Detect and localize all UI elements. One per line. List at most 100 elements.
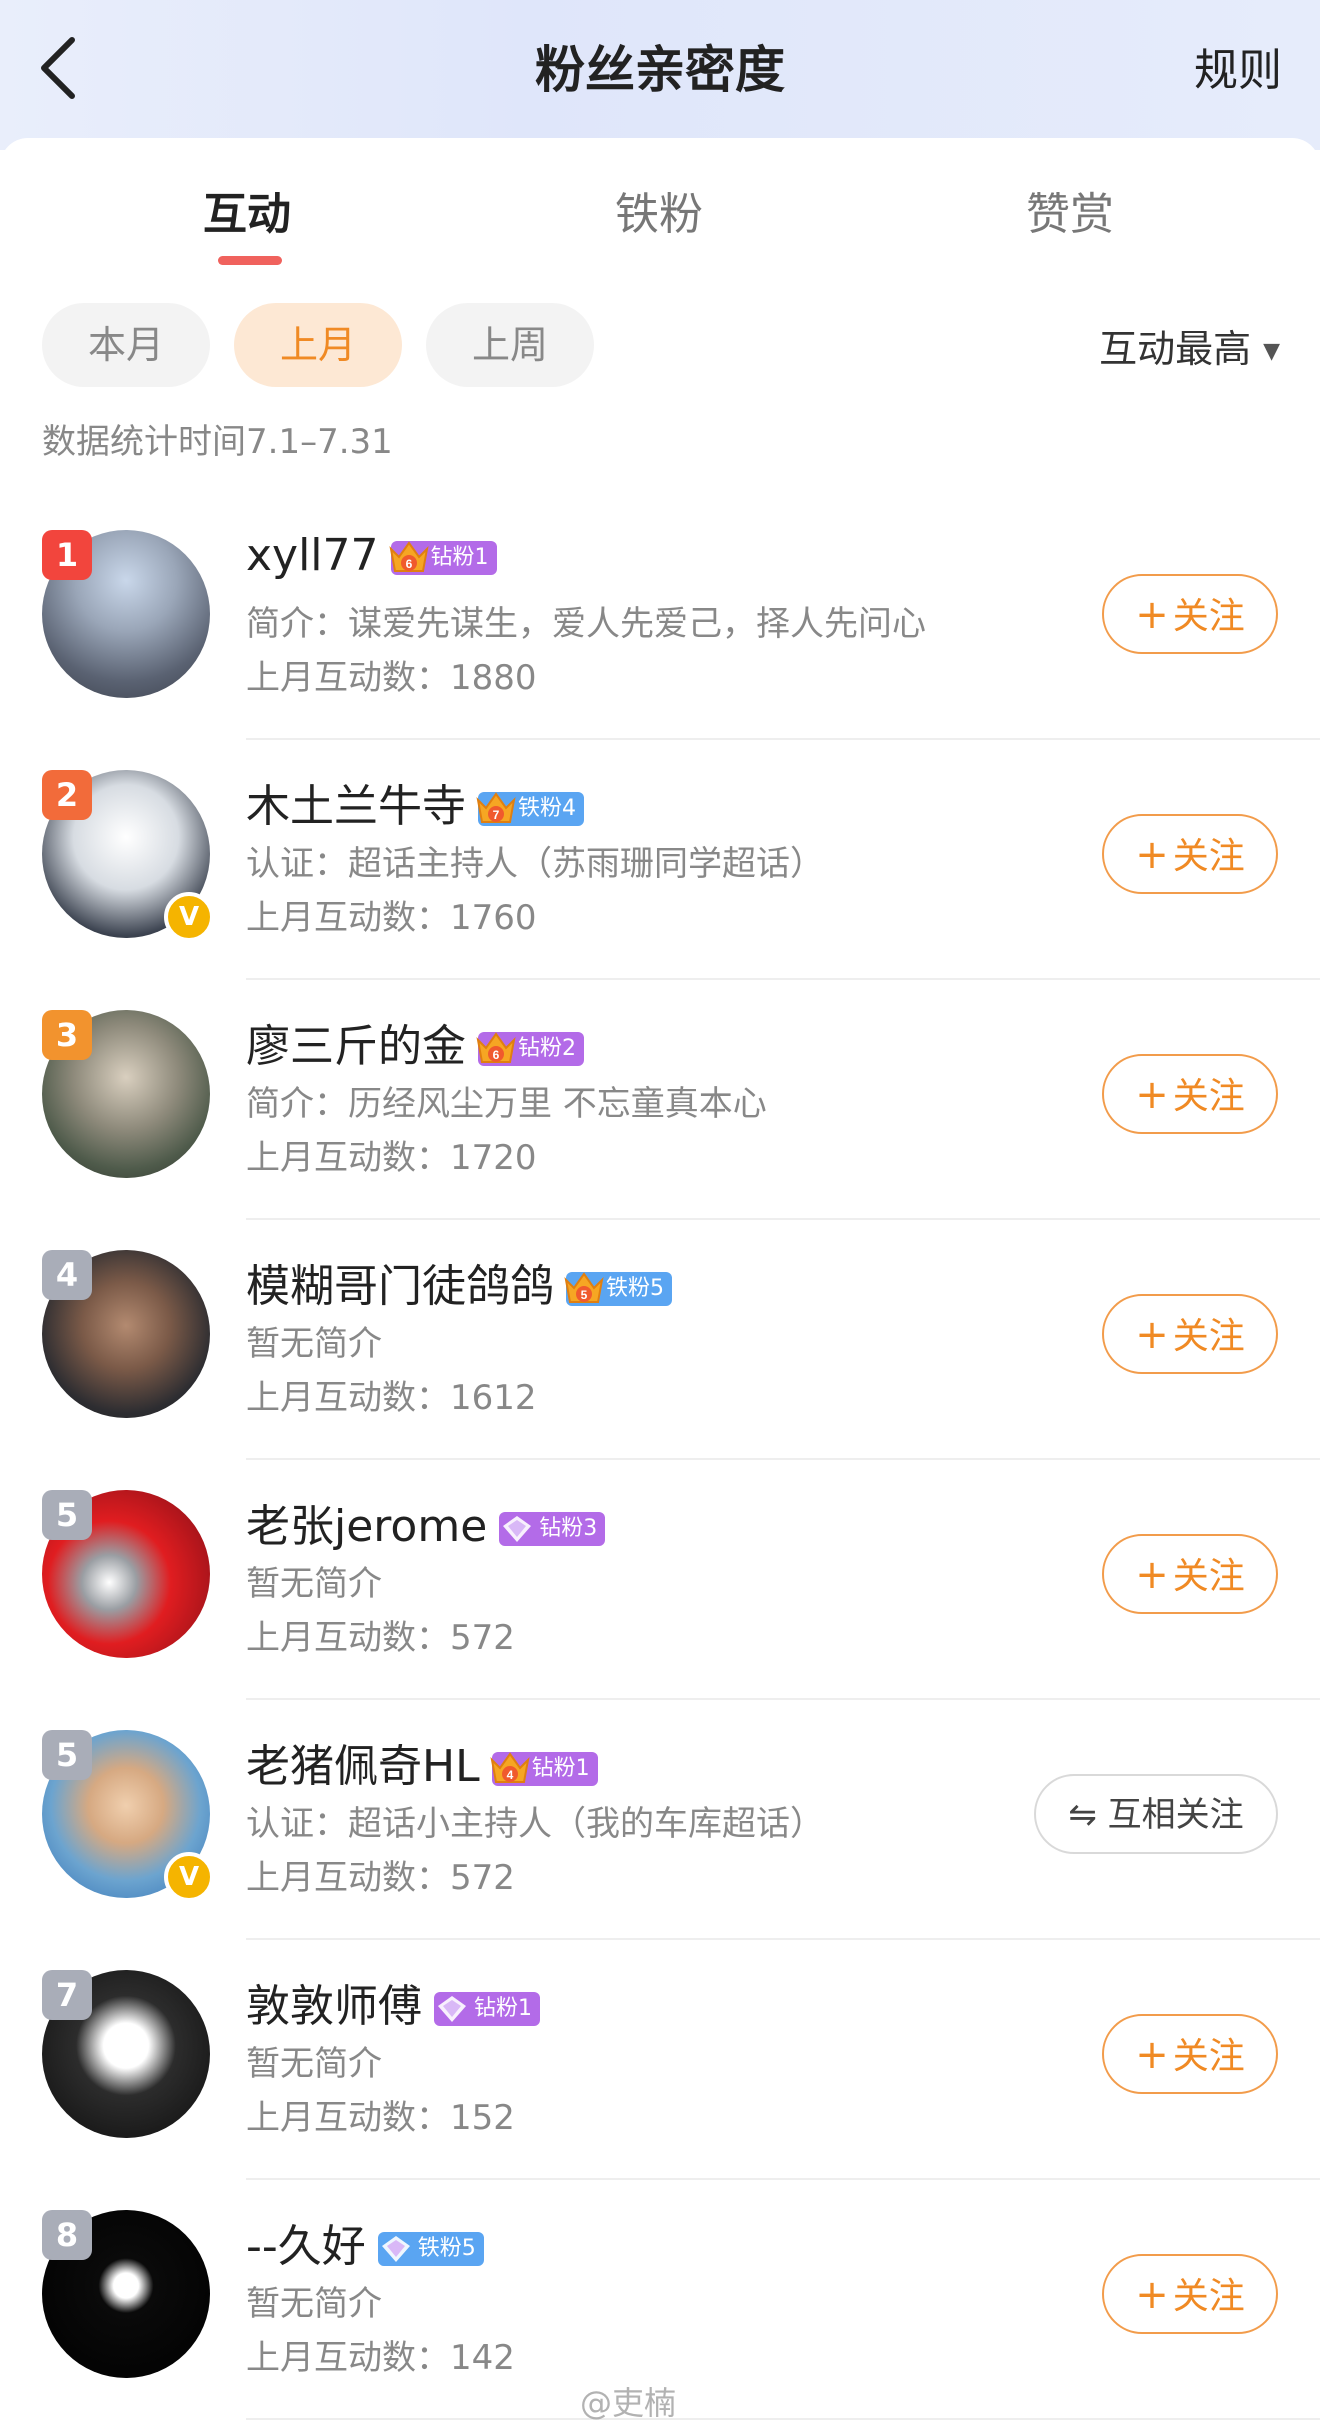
filter-this-month[interactable]: 本月 [42,303,210,387]
fan-row[interactable]: 5 老张jerome 钻粉3 暂无简介 上月互动数：572 + 关注 [0,1460,1320,1700]
plus-icon: + [1135,1312,1169,1358]
fan-level-badge: 5 铁粉5 [564,1272,672,1306]
crown-icon: 7 [476,792,516,823]
filter-last-month[interactable]: 上月 [234,303,402,387]
fan-level-badge: 铁粉5 [377,2232,484,2266]
fan-level-badge: 钻粉1 [434,1992,540,2026]
interaction-count: 上月互动数：152 [246,2098,515,2138]
crown-level: 7 [493,808,500,822]
follow-button[interactable]: + 关注 [1102,2014,1278,2094]
tab-interaction[interactable]: 互动 [137,178,357,242]
rank-badge: 5 [42,1490,92,1540]
rank-badge: 2 [42,770,92,820]
fan-name-text: 木土兰牛寺 [246,781,466,832]
plus-icon: + [1135,832,1169,878]
fan-intro: 暂无简介 [246,2284,382,2324]
page-title: 粉丝亲密度 [535,41,785,99]
swap-arrows-icon: ⇋ [1068,1795,1097,1835]
fan-name[interactable]: 木土兰牛寺 7 铁粉4 [246,770,584,834]
fan-name[interactable]: xyll77 6 钻粉1 [246,530,497,581]
fan-level-badge: 钻粉3 [499,1512,606,1546]
crown-level: 6 [493,1048,500,1062]
follow-label: 关注 [1172,1316,1245,1357]
fan-name-text: 老猪佩奇HL [246,1741,480,1792]
sort-dropdown[interactable]: 互动最高 ▼ [1099,318,1280,373]
follow-button[interactable]: + 关注 [1102,1534,1278,1614]
follow-button[interactable]: + 关注 [1102,1294,1278,1374]
crown-icon: 5 [564,1272,604,1303]
fan-intro: 简介：谋爱先谋生，爱人先爱己，择人先问心 [246,604,926,644]
fan-intro: 暂无简介 [246,1564,382,1604]
crown-level: 4 [506,1768,513,1782]
fan-name[interactable]: 敦敦师傅 钻粉1 [246,1970,540,2034]
follow-label: 关注 [1172,596,1245,637]
fan-level-text: 铁粉5 [417,2236,476,2261]
stat-time-range: 数据统计时间7.1–7.31 [42,422,393,462]
rank-badge: 5 [42,1730,92,1780]
rank-badge: 1 [42,530,92,580]
fan-row[interactable]: 7 敦敦师傅 钻粉1 暂无简介 上月互动数：152 + 关注 [0,1940,1320,2180]
fan-name-text: xyll77 [246,530,379,581]
fan-level-badge: 7 铁粉4 [476,792,584,826]
fan-name-text: 模糊哥门徒鸽鸽 [246,1261,554,1312]
rules-link[interactable]: 规则 [1194,34,1282,98]
follow-button[interactable]: + 关注 [1102,1054,1278,1134]
fan-name-text: 老张jerome [246,1501,488,1552]
active-tab-indicator [218,256,282,265]
follow-label: 关注 [1172,2276,1245,2317]
interaction-count: 上月互动数：1760 [246,898,537,938]
fan-level-text: 铁粉4 [518,796,576,821]
follow-label: 关注 [1172,1556,1245,1597]
fan-name[interactable]: --久好 铁粉5 [246,2210,484,2274]
tab-rewards[interactable]: 赞赏 [960,178,1180,242]
plus-icon: + [1135,2272,1169,2318]
verified-badge-icon: V [164,1852,214,1902]
fan-row[interactable]: 1 xyll77 6 钻粉1 简介：谋爱先谋生，爱人先爱己，择人先问心 上月互动… [0,500,1320,740]
filter-last-week[interactable]: 上周 [426,303,594,387]
fan-level-text: 钻粉2 [518,1036,576,1061]
follow-button[interactable]: + 关注 [1102,2254,1278,2334]
fan-name[interactable]: 廖三斤的金 6 钻粉2 [246,1010,584,1074]
diamond-icon [438,1996,466,2022]
fan-row[interactable]: 2 V 木土兰牛寺 7 铁粉4 认证：超话主持人（苏雨珊同学超话） 上月互动数：… [0,740,1320,980]
follow-label: 关注 [1172,2036,1245,2077]
follow-button[interactable]: + 关注 [1102,814,1278,894]
fan-row[interactable]: 4 模糊哥门徒鸽鸽 5 铁粉5 暂无简介 上月互动数：1612 + 关注 [0,1220,1320,1460]
follow-button[interactable]: + 关注 [1102,574,1278,654]
fan-intro: 认证：超话主持人（苏雨珊同学超话） [246,844,824,884]
mutual-follow-label: 互相关注 [1107,1795,1244,1835]
fan-level-badge: 6 钻粉1 [388,541,497,575]
fan-intro: 暂无简介 [246,2044,382,2084]
tab-iron-fans[interactable]: 铁粉 [549,178,769,242]
diamond-icon [381,2236,410,2262]
interaction-count: 上月互动数：1612 [246,1378,537,1418]
fan-intro: 暂无简介 [246,1324,382,1364]
interaction-count: 上月互动数：1720 [246,1138,537,1178]
fan-name-text: --久好 [246,2221,366,2272]
rank-badge: 7 [42,1970,92,2020]
rank-badge: 4 [42,1250,92,1300]
crown-icon: 6 [476,1032,516,1063]
diamond-icon [503,1516,532,1542]
fan-intro: 简介：历经风尘万里 不忘童真本心 [246,1084,767,1124]
plus-icon: + [1135,1072,1169,1118]
fan-name[interactable]: 模糊哥门徒鸽鸽 5 铁粉5 [246,1250,672,1314]
plus-icon: + [1135,2032,1169,2078]
fan-level-text: 钻粉1 [531,1756,590,1781]
crown-icon: 6 [388,541,429,572]
sort-label: 互动最高 [1099,327,1252,371]
plus-icon: + [1135,592,1169,638]
follow-label: 关注 [1172,1076,1245,1117]
fan-name-text: 敦敦师傅 [246,1981,422,2032]
fan-level-badge: 6 钻粉2 [476,1032,584,1066]
row-divider [246,2418,1320,2420]
crown-icon: 4 [490,1752,530,1783]
mutual-follow-button[interactable]: ⇋ 互相关注 [1034,1774,1278,1854]
verified-badge-icon: V [164,892,214,942]
plus-icon: + [1135,1552,1169,1598]
fan-name[interactable]: 老张jerome 钻粉3 [246,1490,606,1554]
fan-row[interactable]: 3 廖三斤的金 6 钻粉2 简介：历经风尘万里 不忘童真本心 上月互动数：172… [0,980,1320,1220]
fan-name[interactable]: 老猪佩奇HL 4 钻粉1 [246,1730,598,1794]
fan-row[interactable]: 5 V 老猪佩奇HL 4 钻粉1 认证：超话小主持人（我的车库超话） 上月互动数… [0,1700,1320,1940]
watermark: @吏楠 [580,2384,677,2422]
